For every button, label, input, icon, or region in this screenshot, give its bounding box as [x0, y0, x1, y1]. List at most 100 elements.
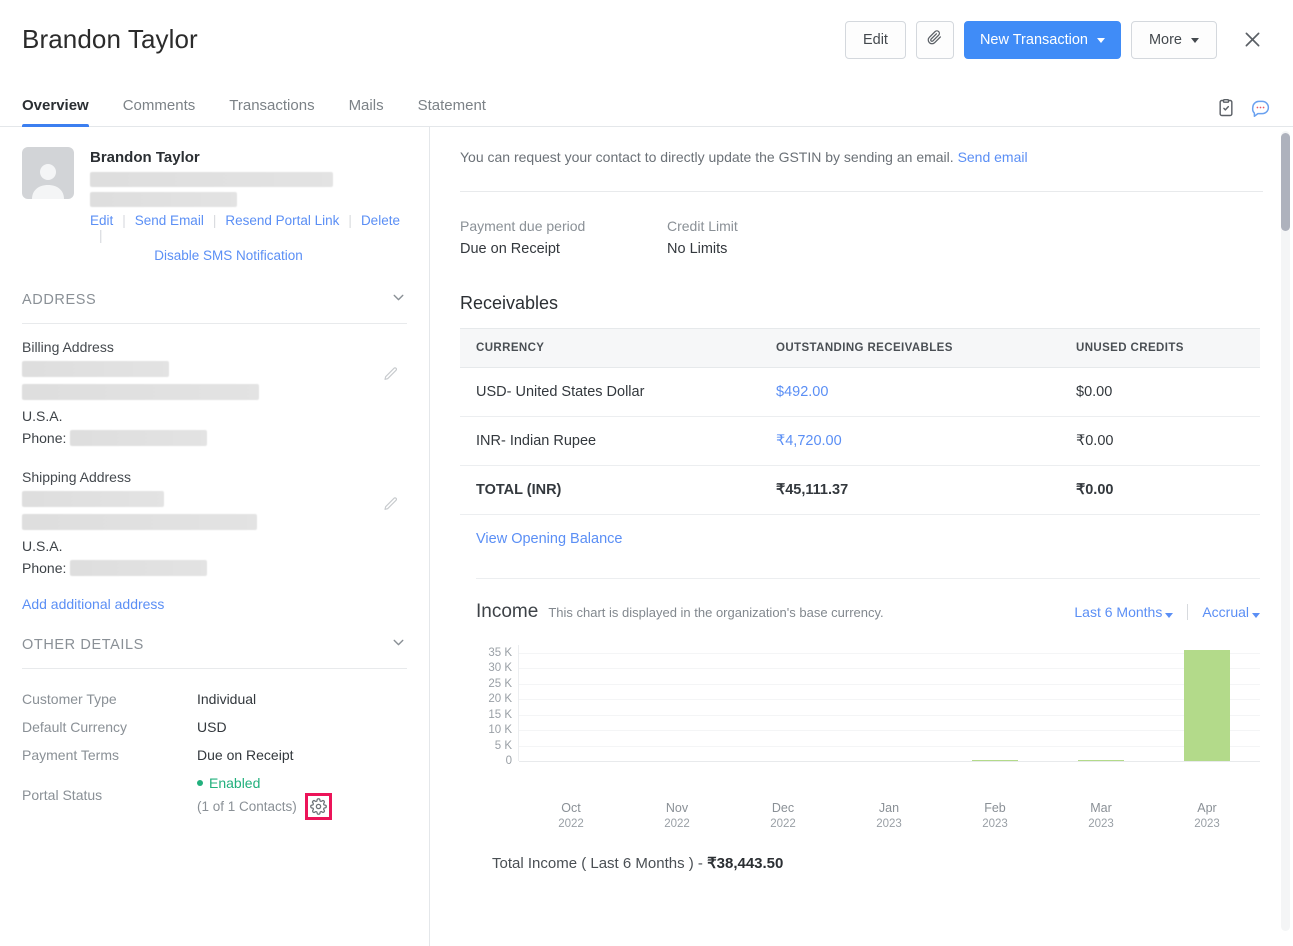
address-section-title: ADDRESS [22, 292, 96, 308]
table-header-row: CURRENCY OUTSTANDING RECEIVABLES UNUSED … [460, 329, 1260, 368]
disable-sms-notification-link[interactable]: Disable SMS Notification [154, 248, 303, 263]
table-row: Payment Terms Due on Receipt [22, 741, 407, 769]
default-currency-label: Default Currency [22, 713, 197, 741]
income-chart-card: Income This chart is displayed in the or… [476, 578, 1260, 872]
redacted-shipping-phone [70, 560, 207, 576]
redacted-billing-phone [70, 430, 207, 446]
column-unused-credits: UNUSED CREDITS [1060, 329, 1260, 368]
redacted-phone [90, 192, 237, 207]
billing-country: U.S.A. [22, 405, 407, 427]
avatar [22, 147, 74, 199]
chart-y-tick-label: 20 K [488, 693, 512, 705]
tab-mails[interactable]: Mails [332, 97, 401, 126]
address-section-header[interactable]: ADDRESS [22, 289, 407, 324]
new-transaction-label: New Transaction [980, 32, 1088, 48]
contact-link-resend-portal-link[interactable]: Resend Portal Link [225, 213, 339, 228]
portal-settings-gear-button[interactable] [305, 793, 332, 820]
edit-button[interactable]: Edit [845, 21, 906, 59]
tab-statement[interactable]: Statement [401, 97, 503, 126]
accounting-basis-label: Accrual [1202, 604, 1249, 620]
chart-y-tick-label: 30 K [488, 662, 512, 674]
default-currency-value: USD [197, 713, 407, 741]
chevron-down-icon [390, 289, 407, 311]
chart-x-axis: Oct2022Nov2022Dec2022Jan2023Feb2023Mar20… [518, 800, 1260, 832]
total-income-value: ₹38,443.50 [707, 855, 783, 872]
column-outstanding-receivables: OUTSTANDING RECEIVABLES [760, 329, 1060, 368]
chart-bar-cell [731, 645, 837, 761]
row-currency: TOTAL (INR) [460, 466, 760, 515]
table-row-total: TOTAL (INR) ₹45,111.37 ₹0.00 [460, 466, 1260, 515]
payment-terms-label: Payment Terms [22, 741, 197, 769]
chart-bar[interactable] [972, 760, 1018, 761]
contact-summary: Brandon Taylor Edit | Send Email | Resen… [22, 147, 407, 263]
income-chart-subtitle: This chart is displayed in the organizat… [548, 605, 883, 620]
accounting-basis-dropdown[interactable]: Accrual [1188, 604, 1260, 620]
credit-limit-value: No Limits [667, 241, 874, 257]
chart-y-tick-label: 5 K [495, 740, 512, 752]
new-transaction-button[interactable]: New Transaction [964, 21, 1121, 59]
chart-bar-cell [837, 645, 943, 761]
paperclip-icon [927, 30, 942, 49]
page-header: Brandon Taylor Edit New Transaction More [0, 0, 1293, 79]
chart-x-tick-label: Mar2023 [1048, 800, 1154, 832]
income-chart-controls: Last 6 Months Accrual [1074, 604, 1260, 620]
more-button[interactable]: More [1131, 21, 1217, 59]
row-outstanding-amount[interactable]: ₹4,720.00 [760, 417, 1060, 466]
add-additional-address-link[interactable]: Add additional address [22, 596, 407, 612]
chart-y-tick-label: 0 [506, 755, 512, 767]
chart-bar[interactable] [1184, 650, 1230, 761]
chevron-down-icon [390, 634, 407, 656]
gstin-notice: You can request your contact to directly… [460, 149, 1263, 192]
close-button[interactable] [1235, 23, 1269, 57]
contact-link-edit[interactable]: Edit [90, 213, 113, 228]
chart-x-tick-label: Oct2022 [518, 800, 624, 832]
view-opening-balance-link[interactable]: View Opening Balance [476, 531, 622, 547]
gstin-notice-text: You can request your contact to directly… [460, 149, 954, 165]
chart-bar-cell [942, 645, 1048, 761]
income-chart-plot-area: 05 K10 K15 K20 K25 K30 K35 K [476, 645, 1260, 793]
payment-due-period-value: Due on Receipt [460, 241, 667, 257]
billing-address-label: Billing Address [22, 339, 407, 355]
contact-link-delete[interactable]: Delete [361, 213, 400, 228]
chart-x-tick-label: Dec2022 [730, 800, 836, 832]
link-separator: | [339, 213, 361, 228]
scrollbar-thumb[interactable] [1281, 133, 1290, 231]
redacted-email [90, 172, 333, 187]
contact-link-send-email[interactable]: Send Email [135, 213, 204, 228]
row-unused-credits: $0.00 [1060, 368, 1260, 417]
edit-shipping-address-icon[interactable] [383, 496, 399, 517]
overview-main: You can request your contact to directly… [430, 127, 1293, 946]
credit-limit-label: Credit Limit [667, 218, 874, 234]
main-scrollbar[interactable] [1281, 131, 1290, 931]
chevron-down-icon [1191, 38, 1199, 43]
receivables-heading: Receivables [460, 293, 1263, 314]
chart-y-tick-label: 15 K [488, 709, 512, 721]
tab-transactions[interactable]: Transactions [212, 97, 331, 126]
attachment-button[interactable] [916, 21, 954, 59]
shipping-phone-row: Phone: [22, 557, 407, 579]
tab-comments[interactable]: Comments [106, 97, 213, 126]
row-outstanding-amount[interactable]: $492.00 [760, 368, 1060, 417]
send-email-link[interactable]: Send email [958, 149, 1028, 165]
shipping-address-label: Shipping Address [22, 469, 407, 485]
tab-overview[interactable]: Overview [22, 97, 106, 126]
customer-type-label: Customer Type [22, 685, 197, 713]
edit-billing-address-icon[interactable] [383, 366, 399, 387]
portal-status-cell: Enabled (1 of 1 Contacts) [197, 769, 407, 826]
chart-plot [518, 645, 1260, 761]
tasks-clipboard-icon[interactable] [1216, 98, 1236, 118]
page-body: Brandon Taylor Edit | Send Email | Resen… [0, 127, 1293, 946]
comment-bubble-icon[interactable] [1250, 97, 1271, 118]
date-range-dropdown[interactable]: Last 6 Months [1074, 604, 1187, 620]
portal-status-label: Portal Status [22, 769, 197, 826]
table-row: INR- Indian Rupee ₹4,720.00 ₹0.00 [460, 417, 1260, 466]
more-label: More [1149, 32, 1182, 48]
chart-bar[interactable] [1078, 760, 1124, 761]
other-details-section-header[interactable]: OTHER DETAILS [22, 634, 407, 669]
payment-terms-value: Due on Receipt [197, 741, 407, 769]
payment-due-period-label: Payment due period [460, 218, 667, 234]
row-outstanding-amount: ₹45,111.37 [760, 466, 1060, 515]
header-actions: Edit New Transaction More [845, 21, 1269, 59]
row-unused-credits: ₹0.00 [1060, 466, 1260, 515]
shipping-address-block: Shipping Address U.S.A. Phone: [22, 449, 407, 579]
